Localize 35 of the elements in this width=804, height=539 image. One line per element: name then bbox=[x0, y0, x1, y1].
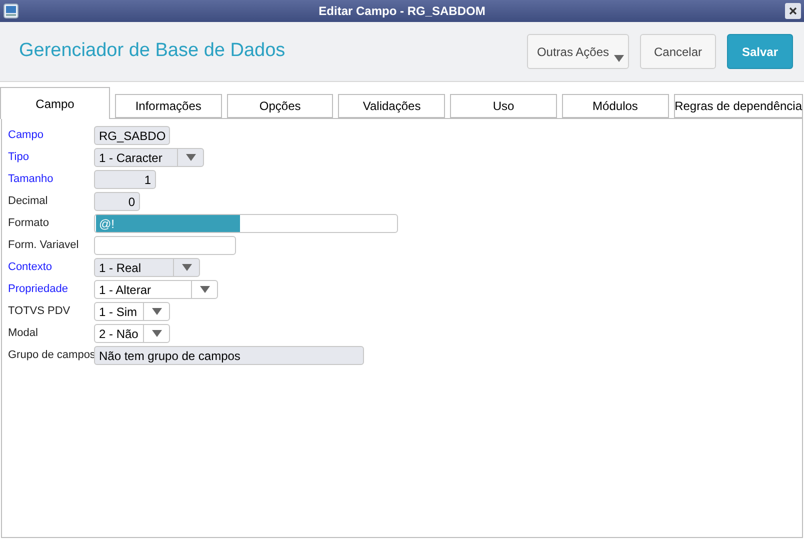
caret-icon bbox=[152, 308, 162, 315]
caret-icon bbox=[182, 264, 192, 271]
field-label: Grupo de campos bbox=[8, 348, 94, 364]
tab[interactable]: Opções bbox=[226, 94, 334, 118]
field-label: Campo bbox=[8, 128, 44, 144]
caret-icon bbox=[200, 286, 210, 293]
cancel-button[interactable]: Cancelar bbox=[640, 34, 716, 69]
field-label: Modal bbox=[8, 326, 39, 342]
tab[interactable]: Uso bbox=[450, 94, 557, 118]
field-label: Propriedade bbox=[8, 282, 69, 298]
tab[interactable]: Módulos bbox=[562, 94, 669, 118]
app-icon bbox=[3, 3, 19, 19]
field-label: Formato bbox=[8, 216, 50, 232]
tab[interactable]: Regras de dependência bbox=[674, 94, 804, 118]
tab[interactable]: Validações bbox=[338, 94, 446, 118]
window-title: Editar Campo - RG_SABDOM bbox=[318, 3, 486, 20]
field-label: Tamanho bbox=[8, 172, 54, 188]
more-actions-button[interactable]: Outras Ações bbox=[527, 34, 629, 69]
tab[interactable]: Campo bbox=[0, 87, 110, 119]
field-label: Contexto bbox=[8, 260, 54, 276]
caret-icon bbox=[614, 55, 624, 62]
field-label: TOTVS PDV bbox=[8, 304, 72, 320]
dropdown-field[interactable]: 1 - Sim bbox=[94, 302, 170, 321]
dropdown-field[interactable]: 1 - Alterar bbox=[94, 280, 218, 299]
caret-icon bbox=[186, 154, 196, 161]
input-field[interactable] bbox=[94, 236, 236, 255]
close-icon bbox=[789, 7, 797, 15]
field-label: Form. Variavel bbox=[8, 238, 80, 254]
page-title: Gerenciador de Base de Dados bbox=[19, 39, 286, 64]
dropdown-field[interactable]: 2 - Não bbox=[94, 324, 170, 343]
close-button[interactable] bbox=[785, 3, 801, 19]
caret-icon bbox=[152, 330, 162, 337]
tab[interactable]: Informações bbox=[115, 94, 222, 118]
field-label: Tipo bbox=[8, 150, 30, 166]
field-label: Decimal bbox=[8, 194, 49, 210]
